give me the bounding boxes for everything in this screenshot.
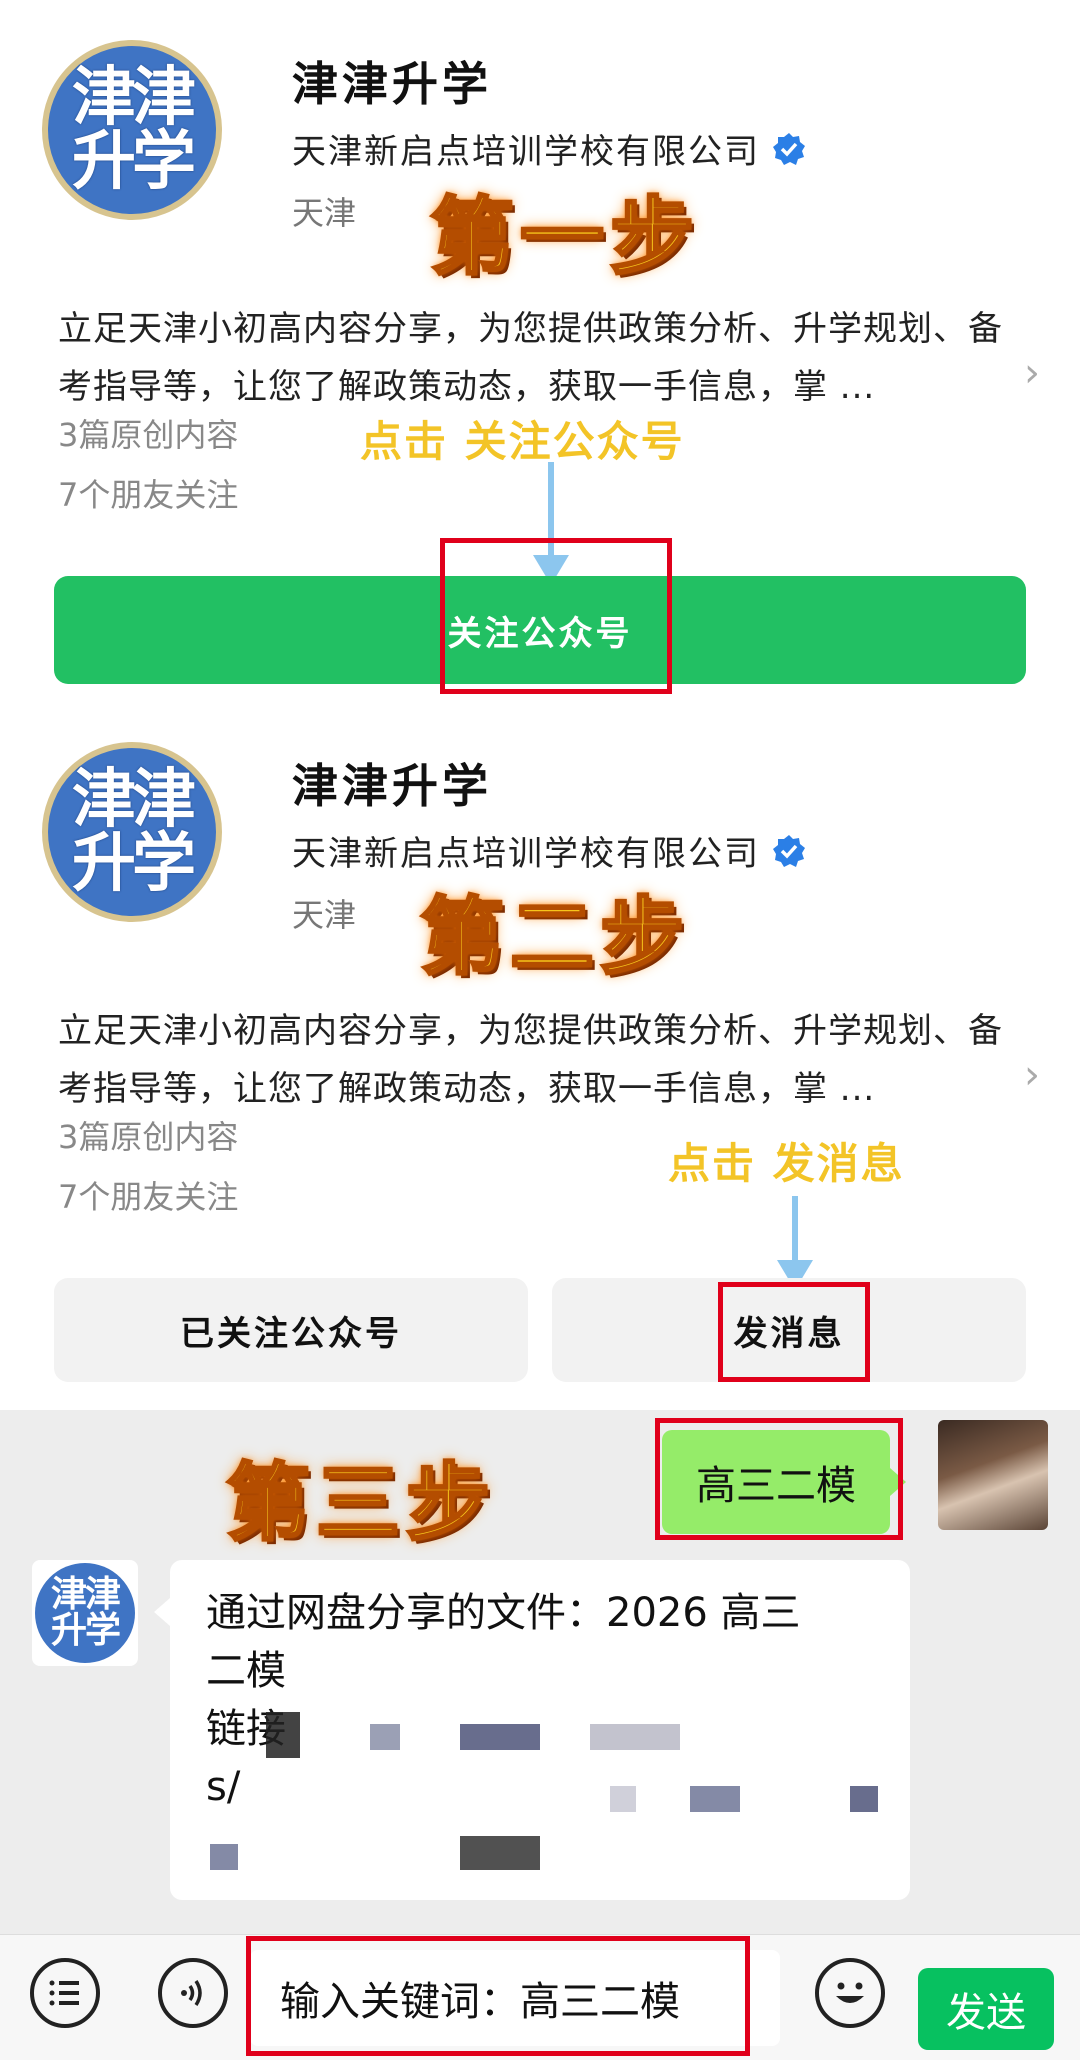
redacted-block xyxy=(850,1786,878,1812)
bot-avatar-text-bottom: 升学 xyxy=(50,1610,121,1651)
bot-avatar-text-top: 津津 xyxy=(50,1574,121,1615)
account-location: 天津 xyxy=(292,896,357,934)
highlight-box-follow xyxy=(440,538,672,694)
reply-line3: 链接 xyxy=(206,1706,286,1752)
verified-icon xyxy=(773,132,805,165)
profile-card-step1: 津津 升学 津津升学 天津新启点培训学校有限公司 天津 第一步 立足天津小初高内… xyxy=(0,0,1080,700)
chevron-right-icon[interactable]: › xyxy=(1024,1052,1040,1098)
friends-following: 7个朋友关注 xyxy=(58,1178,239,1216)
account-name: 津津升学 xyxy=(292,57,492,111)
redacted-block xyxy=(266,1712,300,1758)
redacted-block xyxy=(610,1786,636,1812)
followed-button[interactable]: 已关注公众号 xyxy=(54,1278,528,1382)
step2-label: 第二步 xyxy=(418,887,691,988)
emoji-icon[interactable] xyxy=(815,1958,885,2028)
account-avatar: 津津 升学 xyxy=(42,742,222,922)
bot-avatar-logo: 津津 升学 xyxy=(35,1563,135,1663)
organization-text: 天津新启点培训学校有限公司 xyxy=(292,834,760,874)
account-organization: 天津新启点培训学校有限公司 xyxy=(292,124,806,173)
reply-message-bubble[interactable]: 通过网盘分享的文件：2026 高三 二模 链接 s/ xyxy=(154,1560,910,1900)
menu-icon[interactable] xyxy=(30,1958,100,2028)
verified-icon xyxy=(773,834,805,867)
chevron-right-icon[interactable]: › xyxy=(1024,350,1040,396)
redacted-block xyxy=(210,1844,238,1870)
account-avatar: 津津 升学 xyxy=(42,40,222,220)
step3-label: 第三步 xyxy=(224,1453,497,1554)
redacted-block xyxy=(370,1724,400,1750)
friends-following: 7个朋友关注 xyxy=(58,476,239,514)
step1-label: 第一步 xyxy=(428,187,701,288)
arrow-step2 xyxy=(792,1196,798,1266)
account-name: 津津升学 xyxy=(292,759,492,813)
original-count: 3篇原创内容 xyxy=(58,416,239,454)
highlight-box-sent xyxy=(655,1418,903,1540)
reply-line2: 二模 xyxy=(206,1648,286,1694)
avatar-text-top: 津津 xyxy=(72,61,196,135)
avatar-text-top: 津津 xyxy=(72,763,196,837)
reply-line1: 通过网盘分享的文件：2026 高三 xyxy=(206,1590,801,1636)
bot-avatar[interactable]: 津津 升学 xyxy=(32,1560,138,1666)
highlight-box-input xyxy=(246,1936,750,2056)
reply-line4: s/ xyxy=(206,1764,241,1810)
highlight-box-message xyxy=(718,1282,870,1382)
redacted-block xyxy=(460,1836,540,1870)
original-count: 3篇原创内容 xyxy=(58,1118,239,1156)
account-description[interactable]: 立足天津小初高内容分享，为您提供政策分析、升学规划、备考指导等，让您了解政策动态… xyxy=(58,1002,1018,1118)
account-description[interactable]: 立足天津小初高内容分享，为您提供政策分析、升学规划、备考指导等，让您了解政策动态… xyxy=(58,300,1018,416)
redacted-block xyxy=(590,1724,680,1750)
step2-hint: 点击 发消息 xyxy=(668,1139,905,1188)
avatar-text-bottom: 升学 xyxy=(72,827,196,901)
voice-icon[interactable] xyxy=(158,1958,228,2028)
send-button[interactable]: 发送 xyxy=(918,1968,1054,2050)
user-avatar[interactable] xyxy=(938,1420,1048,1530)
account-location: 天津 xyxy=(292,194,357,232)
organization-text: 天津新启点培训学校有限公司 xyxy=(292,132,760,172)
step1-hint: 点击 关注公众号 xyxy=(360,417,685,466)
redacted-block xyxy=(460,1724,540,1750)
account-organization: 天津新启点培训学校有限公司 xyxy=(292,826,806,875)
avatar-text-bottom: 升学 xyxy=(72,125,196,199)
profile-card-step2: 津津 升学 津津升学 天津新启点培训学校有限公司 天津 第二步 立足天津小初高内… xyxy=(0,702,1080,1402)
redacted-block xyxy=(690,1786,740,1812)
reply-message-text: 通过网盘分享的文件：2026 高三 二模 链接 s/ xyxy=(206,1584,896,1816)
